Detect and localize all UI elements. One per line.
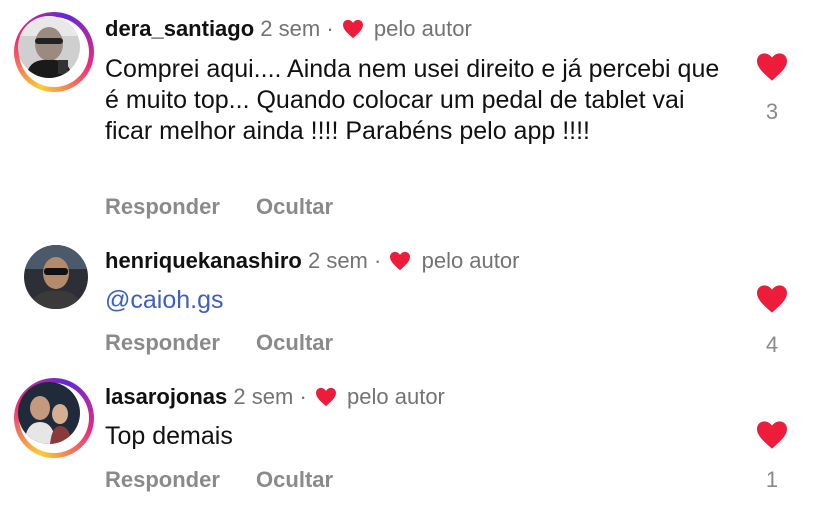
comment-text-wrapper: @caioh.gs (105, 285, 725, 316)
comment-header: dera_santiago 2 sem · pelo autor (105, 16, 472, 42)
comment-item: lasarojonas 2 sem · pelo autor Top demai… (0, 370, 828, 508)
avatar[interactable] (14, 12, 94, 92)
avatar-photo-icon (18, 16, 80, 78)
like-count: 1 (765, 467, 779, 492)
heart-icon (315, 387, 336, 407)
comment-header: lasarojonas 2 sem · pelo autor (105, 384, 445, 410)
comment-actions: Responder Ocultar (105, 330, 363, 356)
comment-time: 2 sem (233, 384, 294, 409)
heart-icon (342, 19, 363, 39)
comment-item: henriquekanashiro 2 sem · pelo autor @ca… (0, 230, 828, 370)
like-button[interactable] (752, 284, 792, 314)
username[interactable]: henriquekanashiro (105, 248, 302, 273)
avatar-photo-icon (18, 382, 80, 444)
hide-button[interactable]: Ocultar (256, 467, 333, 492)
reply-button[interactable]: Responder (105, 194, 220, 219)
mention-link[interactable]: @caioh.gs (105, 286, 224, 314)
comment-text: Comprei aqui.... Ainda nem usei direito … (105, 55, 720, 145)
like-count: 3 (765, 99, 779, 124)
avatar[interactable] (14, 378, 94, 458)
comment-header: henriquekanashiro 2 sem · pelo autor (105, 248, 519, 274)
reply-button[interactable]: Responder (105, 467, 220, 492)
comment-item: dera_santiago 2 sem · pelo autor Comprei… (0, 0, 828, 230)
comment-time: 2 sem (307, 248, 368, 273)
separator: · (299, 384, 307, 409)
separator: · (374, 248, 382, 273)
separator: · (326, 16, 334, 41)
heart-icon (390, 251, 411, 271)
comment-actions: Responder Ocultar (105, 467, 363, 493)
hide-button[interactable]: Ocultar (256, 330, 333, 355)
liked-by-author-label: pelo autor (421, 248, 520, 273)
avatar[interactable] (14, 245, 94, 325)
liked-by-author-label: pelo autor (373, 16, 472, 41)
comment-actions: Responder Ocultar (105, 194, 363, 220)
liked-by-author-label: pelo autor (347, 384, 445, 409)
username[interactable]: lasarojonas (105, 384, 227, 409)
username[interactable]: dera_santiago (105, 16, 254, 41)
like-button[interactable] (752, 52, 792, 82)
like-count: 4 (765, 332, 779, 357)
avatar-photo-icon (24, 245, 88, 309)
like-button[interactable] (752, 420, 792, 450)
comment-text: Top demais (105, 422, 233, 450)
reply-button[interactable]: Responder (105, 330, 220, 355)
hide-button[interactable]: Ocultar (256, 194, 333, 219)
comment-time: 2 sem (260, 16, 321, 41)
